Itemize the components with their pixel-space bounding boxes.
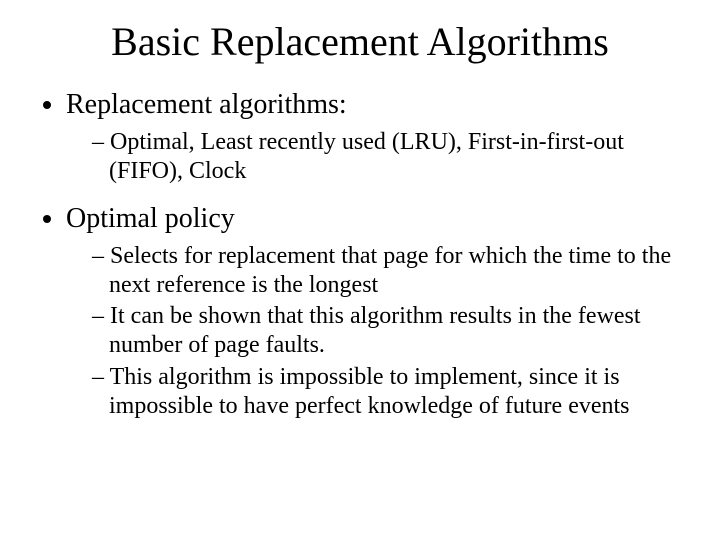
- sub-bullet-item: It can be shown that this algorithm resu…: [92, 302, 690, 361]
- sub-bullet-item: Optimal, Least recently used (LRU), Firs…: [92, 128, 690, 187]
- bullet-item: Replacement algorithms: Optimal, Least r…: [66, 87, 690, 187]
- bullet-list: Replacement algorithms: Optimal, Least r…: [30, 87, 690, 421]
- sub-bullet-list: Selects for replacement that page for wh…: [66, 242, 690, 422]
- slide-title: Basic Replacement Algorithms: [30, 18, 690, 65]
- slide: Basic Replacement Algorithms Replacement…: [0, 0, 720, 540]
- bullet-text: Optimal policy: [66, 203, 235, 234]
- sub-bullet-item: Selects for replacement that page for wh…: [92, 242, 690, 301]
- sub-bullet-item: This algorithm is impossible to implemen…: [92, 363, 690, 422]
- bullet-item: Optimal policy Selects for replacement t…: [66, 201, 690, 422]
- sub-bullet-list: Optimal, Least recently used (LRU), Firs…: [66, 128, 690, 187]
- bullet-text: Replacement algorithms:: [66, 89, 347, 120]
